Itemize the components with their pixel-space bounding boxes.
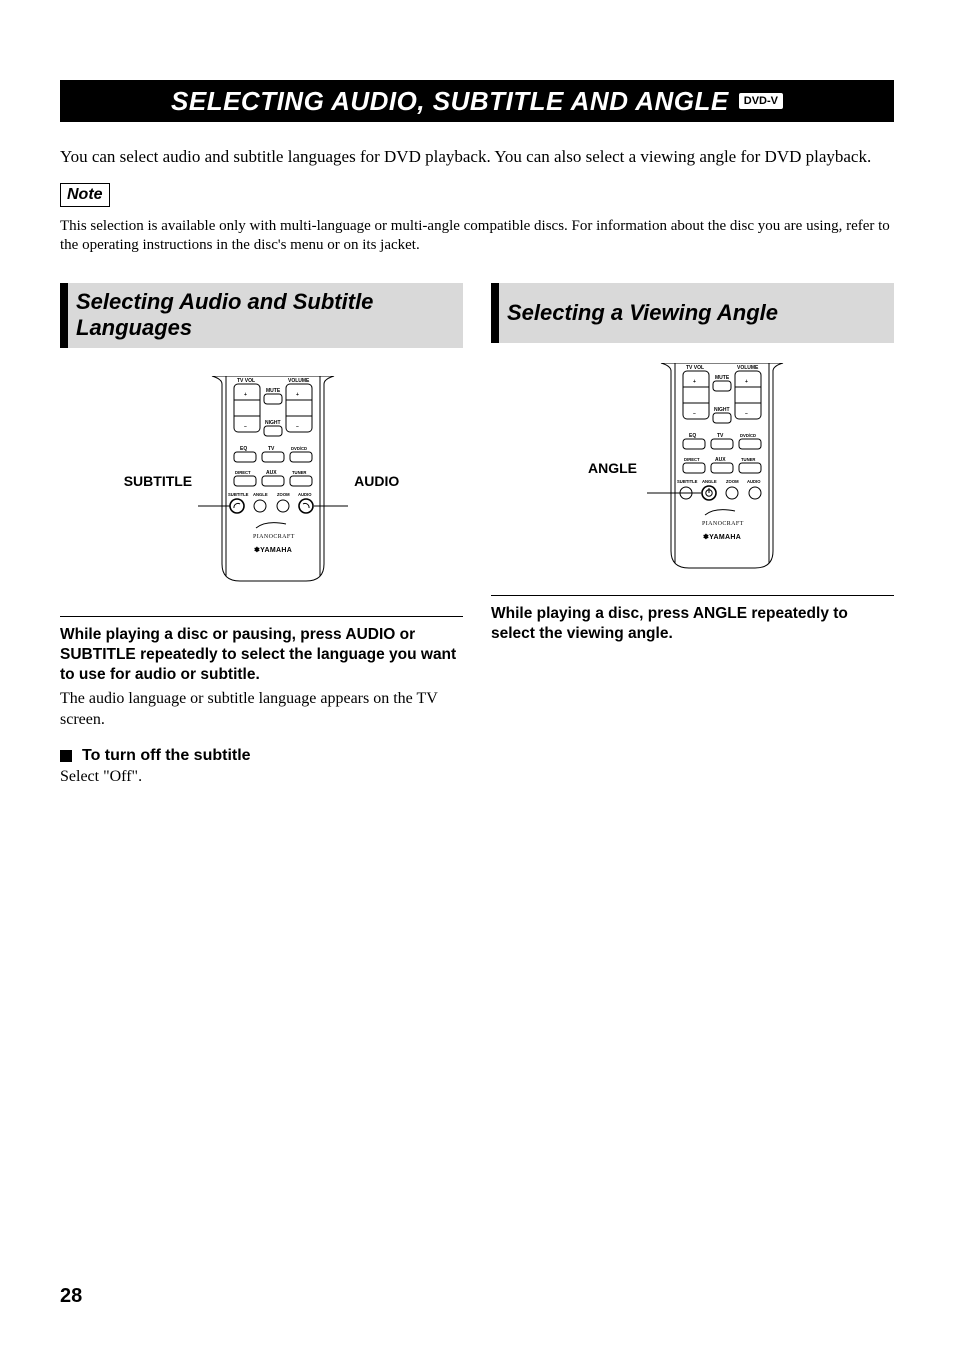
svg-text:✽YAMAHA: ✽YAMAHA [703,533,741,541]
svg-text:MUTE: MUTE [715,375,730,381]
svg-text:ZOOM: ZOOM [277,492,290,497]
svg-text:DVD/CD: DVD/CD [740,433,756,438]
intro-text: You can select audio and subtitle langua… [60,146,894,167]
svg-text:ANGLE: ANGLE [253,492,268,497]
page-banner: SELECTING AUDIO, SUBTITLE AND ANGLE DVD-… [60,80,894,122]
right-step: While playing a disc, press ANGLE repeat… [491,604,894,644]
banner-title: SELECTING AUDIO, SUBTITLE AND ANGLE [171,86,729,117]
audio-button-icon [299,499,313,513]
note-label: Note [60,183,110,207]
subheading-turn-off: To turn off the subtitle [60,747,463,765]
svg-text:TV: TV [268,446,275,452]
svg-text:+: + [244,392,247,398]
svg-text:DIRECT: DIRECT [684,457,700,462]
svg-text:–: – [244,424,247,430]
svg-text:+: + [693,379,696,385]
svg-text:AUDIO: AUDIO [747,479,761,484]
right-remote-figure: ANGLE TV VOL + – VOLUME + – MUTE NIGHT E… [491,363,894,573]
svg-text:AUDIO: AUDIO [298,492,312,497]
svg-text:TUNER: TUNER [741,457,755,462]
svg-text:TV VOL: TV VOL [686,365,704,371]
svg-text:NIGHT: NIGHT [714,407,730,413]
left-step: While playing a disc or pausing, press A… [60,625,463,685]
svg-text:–: – [693,411,696,417]
svg-text:AUX: AUX [266,470,277,476]
callout-angle: ANGLE [588,460,637,476]
callout-audio: AUDIO [354,473,399,489]
svg-text:+: + [296,392,299,398]
remote-right: TV VOL + – VOLUME + – MUTE NIGHT EQ TV D… [647,363,797,573]
svg-text:PIANOCRAFT: PIANOCRAFT [702,521,744,527]
dvd-v-badge: DVD-V [739,93,783,109]
subtitle-button-icon [230,499,244,513]
left-remote-figure: SUBTITLE TV VOL + – VOLUME + – MUTE NIGH… [60,376,463,586]
page-number: 28 [60,1285,82,1308]
left-column: Selecting Audio and Subtitle Languages S… [60,283,463,788]
svg-text:ANGLE: ANGLE [702,479,717,484]
callout-subtitle: SUBTITLE [124,473,192,489]
svg-text:VOLUME: VOLUME [288,378,310,384]
svg-text:TV: TV [717,433,724,439]
left-heading: Selecting Audio and Subtitle Languages [60,283,463,348]
svg-text:EQ: EQ [240,446,247,452]
sub-body: Select "Off". [60,767,463,788]
svg-text:VOLUME: VOLUME [737,365,759,371]
square-bullet-icon [60,750,72,762]
left-body: The audio language or subtitle language … [60,689,463,731]
remote-left: TV VOL + – VOLUME + – MUTE NIGHT EQ TV D… [198,376,348,586]
svg-text:–: – [296,424,299,430]
svg-text:ZOOM: ZOOM [726,479,739,484]
divider [60,616,463,617]
svg-text:NIGHT: NIGHT [265,420,281,426]
svg-text:TUNER: TUNER [292,470,306,475]
right-column: Selecting a Viewing Angle ANGLE TV VOL +… [491,283,894,788]
svg-text:DVD/CD: DVD/CD [291,446,307,451]
right-heading: Selecting a Viewing Angle [491,283,894,343]
svg-text:MUTE: MUTE [266,388,281,394]
svg-text:DIRECT: DIRECT [235,470,251,475]
subheading-text: To turn off the subtitle [82,747,251,765]
note-body: This selection is available only with mu… [60,217,894,255]
svg-text:SUBTITLE: SUBTITLE [677,479,698,484]
svg-text:TV VOL: TV VOL [237,378,255,384]
svg-text:–: – [745,411,748,417]
svg-text:+: + [745,379,748,385]
svg-text:SUBTITLE: SUBTITLE [228,492,249,497]
svg-text:PIANOCRAFT: PIANOCRAFT [253,534,295,540]
svg-text:AUX: AUX [715,457,726,463]
divider [491,595,894,596]
svg-text:EQ: EQ [689,433,696,439]
svg-text:✽YAMAHA: ✽YAMAHA [254,546,292,554]
